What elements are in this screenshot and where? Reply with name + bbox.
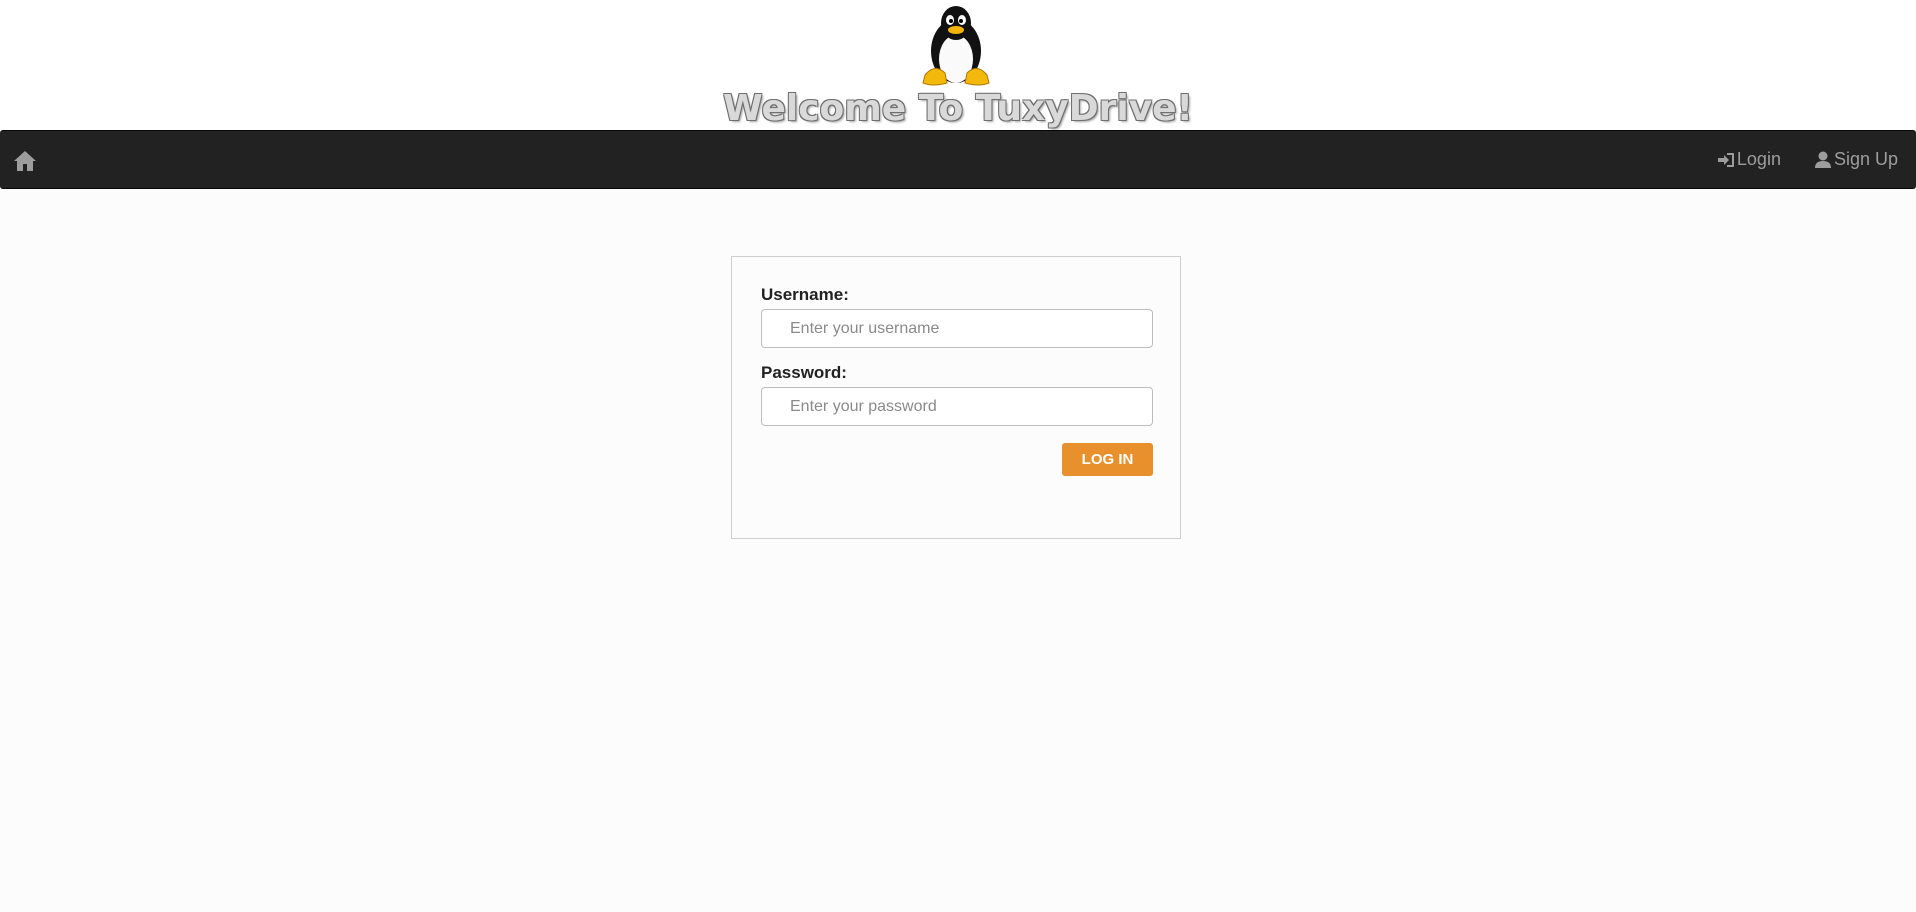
tux-penguin-logo — [922, 6, 990, 86]
nav-links: Login Sign Up — [1684, 131, 1898, 188]
username-input[interactable] — [761, 309, 1153, 348]
page-header: Welcome To TuxyDrive! — [0, 0, 1916, 130]
password-input[interactable] — [761, 387, 1153, 426]
signup-link[interactable]: Sign Up — [1814, 149, 1898, 170]
home-icon — [14, 151, 36, 171]
home-link[interactable] — [10, 147, 40, 175]
login-form: Username: Password: LOG IN — [731, 256, 1181, 539]
page-title: Welcome To TuxyDrive! — [723, 88, 1193, 129]
username-label: Username: — [761, 285, 849, 304]
signup-link-label: Sign Up — [1833, 149, 1898, 169]
top-navbar: Login Sign Up — [0, 130, 1916, 189]
login-button[interactable]: LOG IN — [1062, 443, 1153, 476]
user-icon — [1814, 151, 1831, 168]
sign-in-icon — [1717, 152, 1734, 167]
password-label: Password: — [761, 363, 847, 382]
login-link[interactable]: Login — [1717, 149, 1781, 170]
login-link-label: Login — [1736, 149, 1781, 169]
